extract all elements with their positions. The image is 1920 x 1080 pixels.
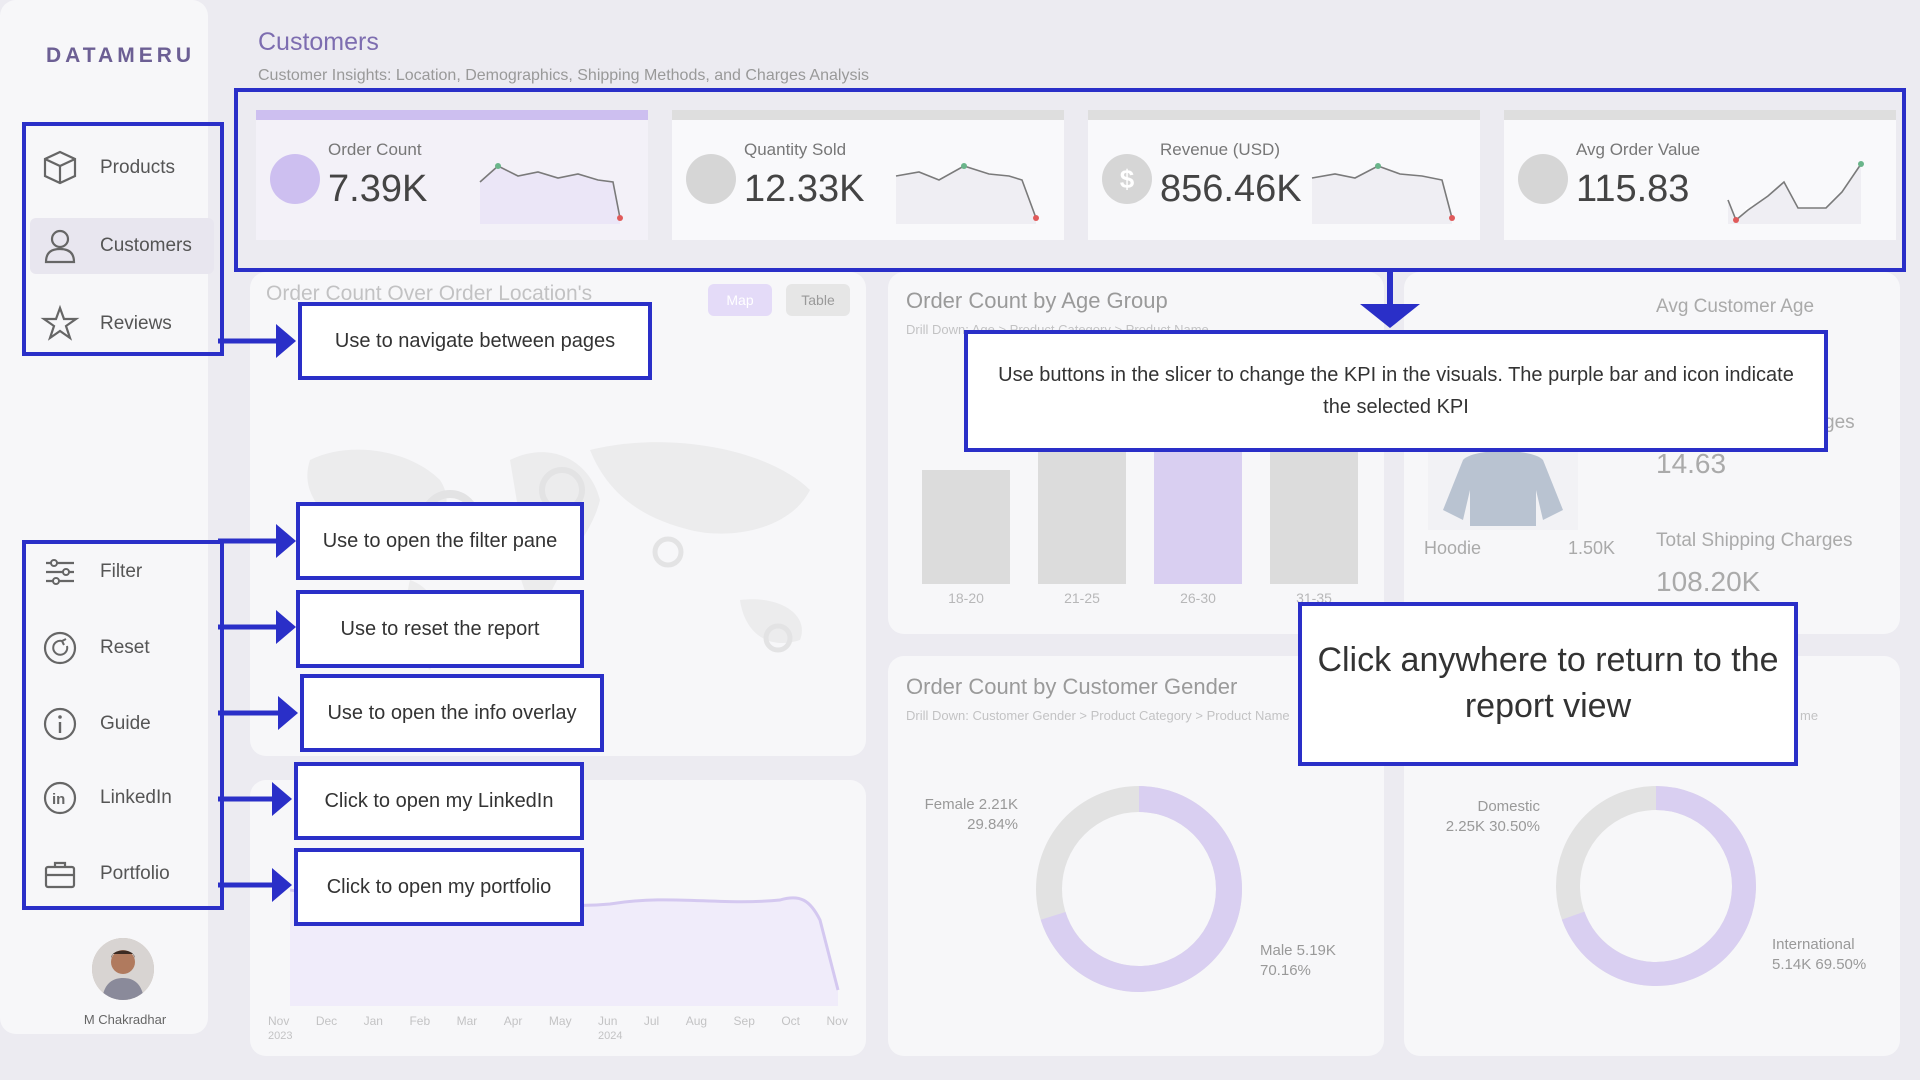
arrow-down-icon (1360, 268, 1420, 328)
female-pct: 29.84% (967, 816, 1018, 833)
arrow-right-icon (218, 696, 298, 730)
year-label-end: 2024 (598, 1030, 623, 1042)
tools-highlight-box (22, 540, 224, 910)
x-tick: 21-25 (1064, 590, 1100, 606)
international-label: International (1772, 936, 1855, 953)
callout-portfolio: Click to open my portfolio (294, 848, 584, 926)
x-tick: Nov (826, 1014, 848, 1028)
kpi-highlight-box (234, 88, 1906, 272)
x-tick: Oct (781, 1014, 801, 1028)
callout-filter: Use to open the filter pane (296, 502, 584, 580)
user-name: M Chakradhar (83, 1012, 167, 1027)
bar-31-35[interactable] (1270, 452, 1358, 584)
avg-customer-age-label: Avg Customer Age (1656, 296, 1815, 317)
domestic-label: Domestic (1477, 798, 1540, 815)
gender-donut-chart (1036, 786, 1242, 992)
table-toggle-button[interactable]: Table (786, 284, 850, 316)
x-tick: Jan (363, 1014, 383, 1028)
female-label: Female 2.21K (924, 796, 1018, 813)
international-value: 5.14K 69.50% (1772, 956, 1867, 973)
arrow-right-icon (218, 524, 296, 558)
age-card-title: Order Count by Age Group (906, 288, 1168, 313)
x-tick: Jun (598, 1014, 618, 1028)
arrow-right-icon (218, 610, 296, 644)
x-tick: Jul (643, 1014, 660, 1028)
domestic-value: 2.25K 30.50% (1445, 818, 1540, 835)
x-tick: 18-20 (948, 590, 984, 606)
x-tick: Aug (685, 1014, 708, 1028)
shipping-donut-chart (1556, 786, 1756, 986)
callout-linkedin: Click to open my LinkedIn (294, 762, 584, 840)
hoodie-image (1428, 440, 1578, 530)
year-label-start: 2023 (268, 1030, 293, 1042)
top-product-name: Hoodie (1424, 538, 1482, 558)
x-tick: Sep (733, 1014, 755, 1028)
bar-18-20[interactable] (922, 470, 1010, 584)
gender-card-title: Order Count by Customer Gender (906, 674, 1238, 699)
stat-value-1: 14.63 (1656, 448, 1727, 479)
brand-logo: DATAMERU (46, 44, 196, 67)
shipping-charges-value: 108.20K (1656, 566, 1761, 597)
bar-26-30[interactable] (1154, 446, 1242, 584)
x-tick: May (548, 1014, 572, 1028)
x-tick: Mar (456, 1014, 478, 1028)
avatar (92, 938, 154, 1000)
top-product-value: 1.50K (1568, 538, 1616, 558)
x-tick: Dec (315, 1014, 338, 1028)
bar-21-25[interactable] (1038, 448, 1126, 584)
callout-kpi: Use buttons in the slicer to change the … (964, 330, 1828, 452)
callout-info: Use to open the info overlay (300, 674, 604, 752)
x-tick: Feb (409, 1014, 431, 1028)
arrow-right-icon (218, 782, 292, 816)
x-tick: Nov (268, 1014, 290, 1028)
callout-return[interactable]: Click anywhere to return to the report v… (1298, 602, 1798, 766)
shipping-charges-label: Total Shipping Charges (1656, 530, 1853, 551)
stat-label-partial: ges (1824, 412, 1855, 433)
male-label: Male 5.19K (1260, 942, 1336, 959)
trend-x-axis: Nov Dec Jan Feb Mar Apr May Jun Jul Aug … (268, 1014, 848, 1028)
callout-reset: Use to reset the report (296, 590, 584, 668)
nav-highlight-box (22, 122, 224, 356)
arrow-right-icon (218, 324, 296, 358)
arrow-right-icon (218, 868, 292, 902)
page-subtitle: Customer Insights: Location, Demographic… (258, 67, 869, 84)
gender-card-drill: Drill Down: Customer Gender > Product Ca… (906, 708, 1290, 723)
map-toggle-button[interactable]: Map (708, 284, 772, 316)
x-tick: 26-30 (1180, 590, 1216, 606)
x-tick: Apr (503, 1014, 523, 1028)
shipping-card-partial: me (1800, 708, 1819, 723)
page-title: Customers (258, 28, 379, 56)
male-pct: 70.16% (1260, 962, 1311, 979)
callout-navigate: Use to navigate between pages (298, 302, 652, 380)
